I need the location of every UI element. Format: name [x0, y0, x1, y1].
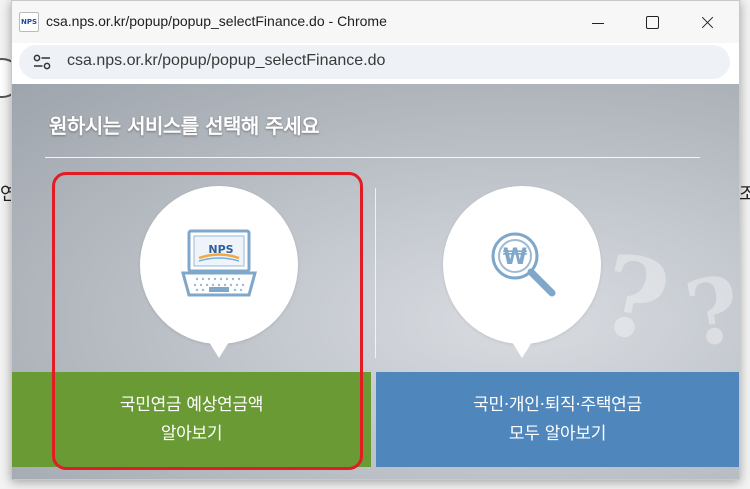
site-info-tune-icon[interactable] — [33, 54, 51, 70]
maximize-button[interactable] — [629, 7, 675, 39]
question-mark-decoration: ? — [678, 255, 739, 369]
address-bar[interactable]: csa.nps.or.kr/popup/popup_selectFinance.… — [19, 45, 730, 79]
heading-divider — [45, 157, 700, 158]
minimize-button[interactable] — [575, 7, 621, 39]
magnifier-won-icon: ₩ — [491, 232, 556, 297]
option-all-pensions-line1: 국민·개인·퇴직·주택연금 — [473, 394, 642, 415]
option-all-pensions-icon-circle[interactable]: ₩ — [443, 186, 601, 358]
option-all-pensions-line2: 모두 알아보기 — [508, 423, 607, 444]
title-bar[interactable]: NPS csa.nps.or.kr/popup/popup_selectFina… — [12, 1, 739, 43]
red-highlight-box — [52, 172, 363, 470]
won-symbol: ₩ — [503, 245, 527, 270]
option-divider — [375, 188, 376, 358]
url-text: csa.nps.or.kr/popup/popup_selectFinance.… — [67, 52, 386, 69]
window-title: csa.nps.or.kr/popup/popup_selectFinance.… — [46, 13, 387, 29]
nps-favicon-icon: NPS — [19, 12, 39, 32]
option-all-pensions-button[interactable]: 국민·개인·퇴직·주택연금 모두 알아보기 — [376, 372, 739, 467]
page-title: 원하시는 서비스를 선택해 주세요 — [49, 114, 320, 138]
background-text-right: 조 — [739, 184, 750, 205]
close-button[interactable] — [684, 7, 730, 39]
question-mark-decoration: ? — [589, 228, 680, 369]
